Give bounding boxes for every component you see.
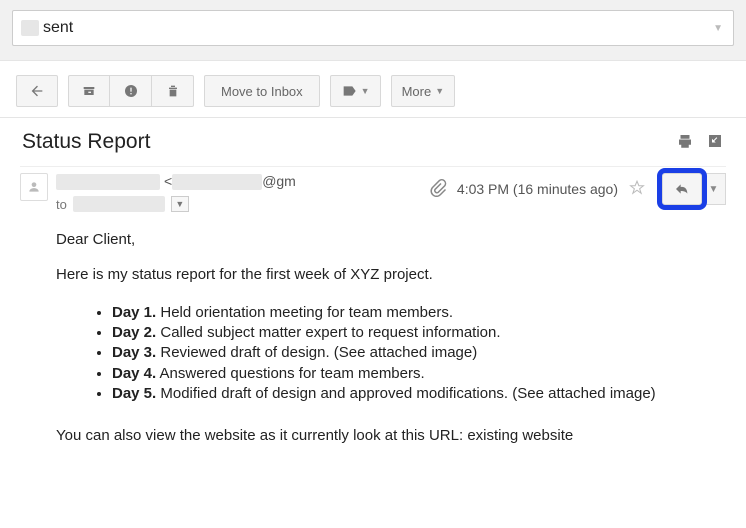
toolbar: Move to Inbox ▼ More ▼ xyxy=(0,61,746,117)
message-body: Dear Client, Here is my status report fo… xyxy=(20,216,726,446)
recipient-redacted xyxy=(73,196,165,212)
sender-email-redacted xyxy=(172,174,262,190)
reply-group: ▼ xyxy=(662,173,726,205)
timestamp: 4:03 PM (16 minutes ago) xyxy=(457,181,618,197)
sender-name-redacted xyxy=(56,174,160,190)
closing: You can also view the website as it curr… xyxy=(56,426,726,446)
list-item: Day 1. Held orientation meeting for team… xyxy=(112,303,726,323)
open-new-window-button[interactable] xyxy=(706,132,724,153)
sender-line: <@gm xyxy=(56,173,429,190)
message-content: Status Report <@gm to ▼ 4:03 PM (16 minu… xyxy=(0,118,746,446)
show-details-button[interactable]: ▼ xyxy=(171,196,189,212)
action-group xyxy=(68,75,194,107)
search-query: sent xyxy=(43,19,73,37)
subject: Status Report xyxy=(22,130,150,154)
reply-more-button[interactable]: ▼ xyxy=(702,173,726,205)
greeting: Dear Client, xyxy=(56,230,726,250)
sender-email: <@gm xyxy=(164,173,296,190)
search-input[interactable]: sent ▼ xyxy=(12,10,734,46)
avatar xyxy=(20,173,48,201)
message-meta: 4:03 PM (16 minutes ago) ▼ xyxy=(429,173,726,205)
archive-button[interactable] xyxy=(68,75,110,107)
chevron-down-icon: ▼ xyxy=(435,86,444,96)
subject-row: Status Report xyxy=(20,130,726,154)
sender-block: <@gm to ▼ xyxy=(56,173,429,212)
list-item: Day 4. Answered questions for team membe… xyxy=(112,364,726,384)
star-button[interactable] xyxy=(628,179,646,200)
intro: Here is my status report for the first w… xyxy=(56,265,726,285)
more-label: More xyxy=(402,84,432,99)
attachment-icon xyxy=(429,179,447,200)
list-item: Day 2. Called subject matter expert to r… xyxy=(112,323,726,343)
message-header: <@gm to ▼ 4:03 PM (16 minutes ago) ▼ xyxy=(20,166,726,216)
list-item: Day 5. Modified draft of design and appr… xyxy=(112,384,726,404)
labels-button[interactable]: ▼ xyxy=(330,75,381,107)
delete-button[interactable] xyxy=(152,75,194,107)
chevron-down-icon: ▼ xyxy=(361,86,370,96)
reply-button[interactable] xyxy=(662,173,702,205)
subject-actions xyxy=(676,132,724,153)
list-item: Day 3. Reviewed draft of design. (See at… xyxy=(112,343,726,363)
to-line: to ▼ xyxy=(56,196,429,212)
move-to-inbox-button[interactable]: Move to Inbox xyxy=(204,75,320,107)
sender-email-suffix: @gm xyxy=(262,173,296,189)
to-label: to xyxy=(56,197,67,212)
search-icon-blur xyxy=(21,20,39,36)
search-options-caret[interactable]: ▼ xyxy=(713,23,723,34)
search-bar: sent ▼ xyxy=(0,0,746,61)
more-button[interactable]: More ▼ xyxy=(391,75,456,107)
back-button[interactable] xyxy=(16,75,58,107)
move-to-inbox-label: Move to Inbox xyxy=(221,84,303,99)
spam-button[interactable] xyxy=(110,75,152,107)
day-list: Day 1. Held orientation meeting for team… xyxy=(112,303,726,404)
print-button[interactable] xyxy=(676,132,694,153)
